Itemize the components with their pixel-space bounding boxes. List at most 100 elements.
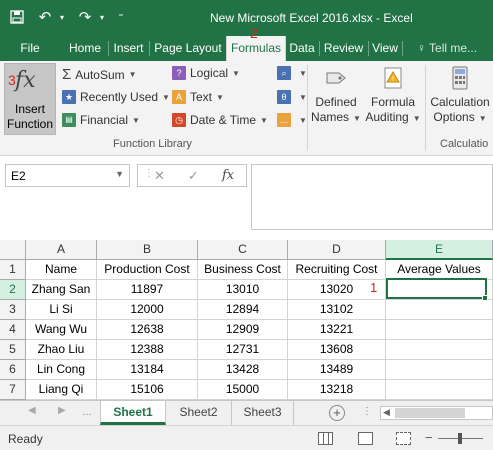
defined-names-button[interactable]: Defined Names ▼ — [310, 65, 362, 126]
active-cell-e2[interactable] — [386, 278, 487, 299]
cell-a2[interactable]: Zhang San — [26, 280, 97, 300]
zoom-slider-thumb[interactable] — [458, 433, 462, 444]
cell-d1[interactable]: Recruiting Cost — [288, 260, 386, 280]
lookup-reference-button[interactable]: ⌕ ▼ — [277, 66, 307, 80]
cell-b3[interactable]: 12000 — [97, 300, 198, 320]
cell-a6[interactable]: Lin Cong — [26, 360, 97, 380]
cell-e6[interactable] — [386, 360, 493, 380]
sheet-tab-2[interactable]: Sheet2 — [166, 401, 232, 425]
page-layout-view-icon[interactable] — [358, 432, 373, 445]
cell-a5[interactable]: Zhao Liu — [26, 340, 97, 360]
row-header[interactable]: 4 — [0, 320, 26, 340]
scroll-right-icon[interactable]: ▶ — [58, 405, 66, 416]
row-header[interactable]: 6 — [0, 360, 26, 380]
select-all-corner[interactable] — [0, 240, 26, 260]
cell-d7[interactable]: 13218 — [288, 380, 386, 400]
tell-me-search[interactable]: ♀ Tell me... — [404, 36, 490, 61]
more-functions-button[interactable]: … ▼ — [277, 113, 307, 127]
row-header[interactable]: 3 — [0, 300, 26, 320]
step-marker-2: 2 — [250, 25, 258, 41]
sheet-tab-1[interactable]: Sheet1 — [100, 401, 166, 425]
tab-home[interactable]: Home — [64, 36, 106, 61]
date-time-button[interactable]: ◷ Date & Time ▼ — [172, 113, 268, 127]
name-box[interactable]: E2 ▼ — [5, 164, 130, 187]
cell-c3[interactable]: 12894 — [198, 300, 288, 320]
row-header[interactable]: 2 — [0, 280, 26, 300]
formula-auditing-button[interactable]: ! Formula Auditing ▼ — [364, 65, 422, 126]
enter-icon[interactable]: ✓ — [188, 168, 199, 184]
cell-e5[interactable] — [386, 340, 493, 360]
cell-b7[interactable]: 15106 — [97, 380, 198, 400]
page-break-view-icon[interactable] — [396, 432, 411, 445]
calculation-options-button[interactable]: Calculation Options ▼ — [427, 65, 493, 126]
cell-b2[interactable]: 11897 — [97, 280, 198, 300]
cell-e3[interactable] — [386, 300, 493, 320]
text-button[interactable]: A Text ▼ — [172, 90, 224, 104]
redo-icon[interactable]: ↷ — [74, 6, 96, 28]
chevron-down-icon[interactable]: ▼ — [115, 169, 124, 179]
column-header-d[interactable]: D — [288, 240, 386, 260]
insert-function-icon[interactable]: fx — [222, 168, 234, 183]
tab-page-layout[interactable]: Page Layout — [151, 36, 225, 61]
normal-view-icon[interactable] — [318, 432, 333, 445]
scroll-left-icon[interactable]: ◀ — [28, 405, 36, 416]
tab-data[interactable]: Data — [287, 36, 317, 61]
tab-review[interactable]: Review — [321, 36, 366, 61]
undo-dropdown-icon[interactable]: ▾ — [56, 6, 68, 28]
cell-a7[interactable]: Liang Qi — [26, 380, 97, 400]
financial-button[interactable]: ▤ Financial ▼ — [62, 113, 140, 127]
cell-d6[interactable]: 13489 — [288, 360, 386, 380]
redo-dropdown-icon[interactable]: ▾ — [96, 6, 108, 28]
add-sheet-icon[interactable]: + — [329, 405, 345, 421]
row-header[interactable]: 1 — [0, 260, 26, 280]
column-header-e[interactable]: E — [386, 240, 493, 260]
cell-c5[interactable]: 12731 — [198, 340, 288, 360]
cell-d4[interactable]: 13221 — [288, 320, 386, 340]
tab-insert[interactable]: Insert — [110, 36, 147, 61]
column-header-a[interactable]: A — [26, 240, 97, 260]
logical-button[interactable]: ? Logical ▼ — [172, 66, 240, 80]
tab-file[interactable]: File — [10, 36, 50, 61]
autosum-button[interactable]: Σ AutoSum ▼ — [62, 66, 137, 83]
cell-a4[interactable]: Wang Wu — [26, 320, 97, 340]
customize-toolbar-icon[interactable]: ⁼ — [114, 6, 128, 28]
row-header[interactable]: 7 — [0, 380, 26, 400]
cell-c4[interactable]: 12909 — [198, 320, 288, 340]
cell-b6[interactable]: 13184 — [97, 360, 198, 380]
cell-a1[interactable]: Name — [26, 260, 97, 280]
cell-c7[interactable]: 15000 — [198, 380, 288, 400]
column-header-b[interactable]: B — [97, 240, 198, 260]
scrollbar-thumb[interactable] — [395, 408, 465, 418]
recently-used-button[interactable]: ★ Recently Used ▼ — [62, 90, 170, 104]
cell-e7[interactable] — [386, 380, 493, 400]
formula-input[interactable] — [251, 164, 493, 230]
cell-c2[interactable]: 13010 — [198, 280, 288, 300]
math-trig-button[interactable]: θ ▼ — [277, 90, 307, 104]
sheet-tab-3[interactable]: Sheet3 — [232, 401, 294, 425]
zoom-out-icon[interactable]: − — [425, 430, 433, 445]
cell-d3[interactable]: 13102 — [288, 300, 386, 320]
cell-b5[interactable]: 12388 — [97, 340, 198, 360]
cell-c1[interactable]: Business Cost — [198, 260, 288, 280]
cell-e1[interactable]: Average Values — [386, 260, 493, 280]
cell-a3[interactable]: Li Si — [26, 300, 97, 320]
row-header[interactable]: 5 — [0, 340, 26, 360]
cell-c6[interactable]: 13428 — [198, 360, 288, 380]
scroll-left-icon[interactable]: ◀ — [383, 407, 390, 418]
group-label-calculation: Calculatio — [440, 138, 489, 150]
horizontal-scrollbar[interactable]: ◀ — [380, 406, 493, 420]
fill-handle[interactable] — [482, 295, 488, 301]
split-handle-icon[interactable]: ⋮ — [362, 406, 372, 417]
cell-b1[interactable]: Production Cost — [97, 260, 198, 280]
cancel-icon[interactable]: ✕ — [154, 168, 165, 184]
column-header-c[interactable]: C — [198, 240, 288, 260]
cell-b4[interactable]: 12638 — [97, 320, 198, 340]
save-icon[interactable] — [6, 6, 28, 28]
more-sheets-icon[interactable]: … — [82, 407, 92, 418]
undo-icon[interactable]: ↶ — [34, 6, 56, 28]
tab-view[interactable]: View — [370, 36, 400, 61]
cell-e4[interactable] — [386, 320, 493, 340]
group-separator — [425, 65, 426, 151]
cell-d5[interactable]: 13608 — [288, 340, 386, 360]
lookup-icon: ⌕ — [277, 66, 291, 80]
